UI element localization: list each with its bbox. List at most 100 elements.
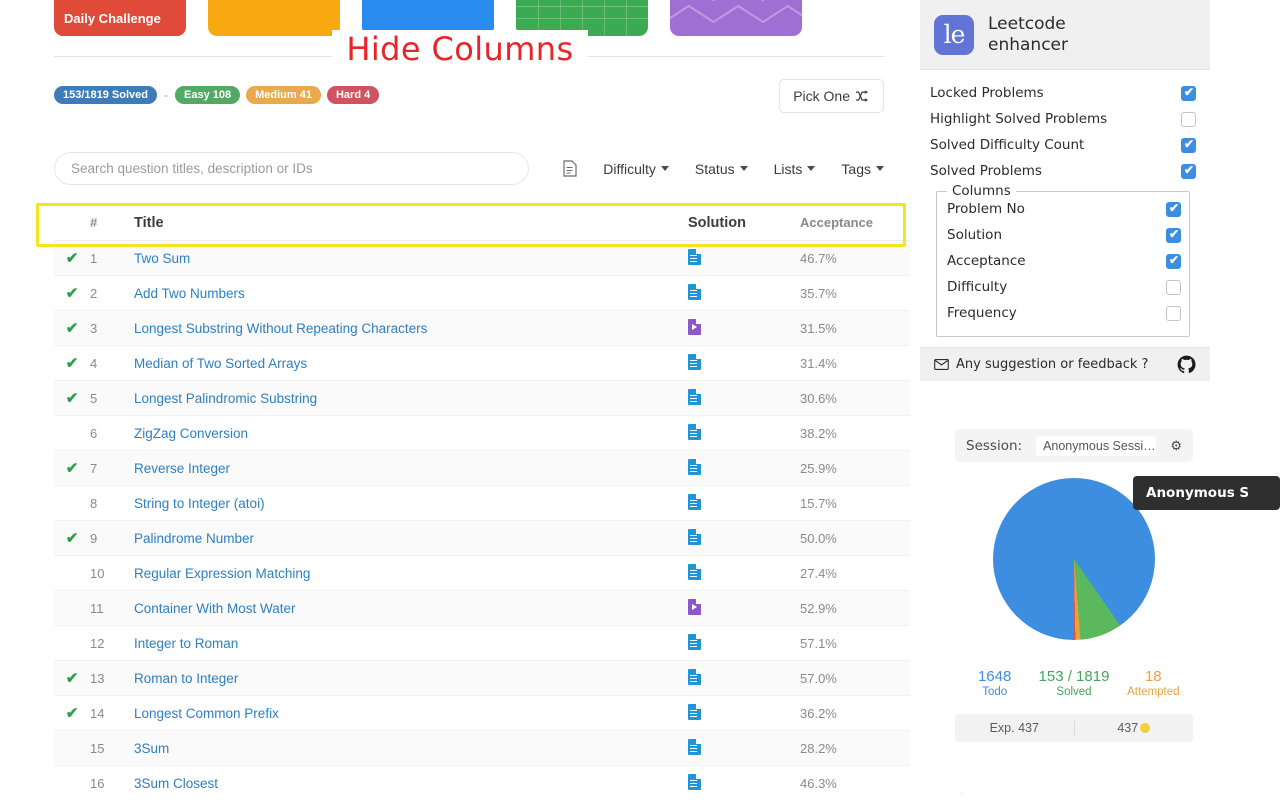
row-title[interactable]: Roman to Integer	[134, 671, 688, 686]
article-solution-icon[interactable]	[688, 493, 701, 510]
column-option-solution[interactable]: Solution	[947, 222, 1181, 248]
row-title[interactable]: Add Two Numbers	[134, 286, 688, 301]
row-title[interactable]: Longest Common Prefix	[134, 706, 688, 721]
column-option-acceptance[interactable]: Acceptance	[947, 248, 1181, 274]
table-row[interactable]: 12 Integer to Roman 57.1%	[54, 626, 910, 661]
filter-lists[interactable]: Lists	[774, 161, 816, 177]
badge-solved[interactable]: 153/1819 Solved	[54, 86, 158, 104]
row-title[interactable]: Median of Two Sorted Arrays	[134, 356, 688, 371]
problem-link[interactable]: 3Sum Closest	[134, 776, 218, 791]
article-solution-icon[interactable]	[688, 423, 701, 440]
row-title[interactable]: Longest Substring Without Repeating Char…	[134, 321, 688, 336]
article-solution-icon[interactable]	[688, 563, 701, 580]
header-acceptance[interactable]: Acceptance	[800, 215, 910, 230]
badge-easy[interactable]: Easy 108	[175, 86, 241, 104]
problem-link[interactable]: 3Sum	[134, 741, 169, 756]
row-title[interactable]: Palindrome Number	[134, 531, 688, 546]
article-solution-icon[interactable]	[688, 773, 701, 790]
table-row[interactable]: ✔ 13 Roman to Integer 57.0%	[54, 661, 910, 696]
session-value[interactable]: Anonymous Sessi…	[1036, 435, 1157, 456]
filter-status[interactable]: Status	[695, 161, 748, 177]
filter-difficulty[interactable]: Difficulty	[603, 161, 669, 177]
option-highlight-solved-problems[interactable]: Highlight Solved Problems	[930, 106, 1196, 132]
article-solution-icon[interactable]	[688, 738, 701, 755]
checkbox-icon[interactable]	[1166, 279, 1181, 295]
row-title[interactable]: Two Sum	[134, 251, 688, 266]
table-row[interactable]: ✔ 7 Reverse Integer 25.9%	[54, 451, 910, 486]
checkbox-icon[interactable]	[1181, 163, 1196, 179]
checkbox-icon[interactable]	[1166, 201, 1181, 217]
table-row[interactable]: ✔ 4 Median of Two Sorted Arrays 31.4%	[54, 346, 910, 381]
problem-link[interactable]: Container With Most Water	[134, 601, 296, 616]
checkbox-icon[interactable]	[1181, 111, 1196, 127]
table-row[interactable]: 8 String to Integer (atoi) 15.7%	[54, 486, 910, 521]
search-input[interactable]: Search question titles, description or I…	[54, 152, 530, 185]
table-row[interactable]: 15 3Sum 28.2%	[54, 731, 910, 766]
header-number[interactable]: #	[90, 215, 134, 230]
row-title[interactable]: 3Sum	[134, 741, 688, 756]
option-solved-difficulty-count[interactable]: Solved Difficulty Count	[930, 132, 1196, 158]
table-row[interactable]: ✔ 14 Longest Common Prefix 36.2%	[54, 696, 910, 731]
checkbox-icon[interactable]	[1166, 305, 1181, 321]
row-title[interactable]: 3Sum Closest	[134, 776, 688, 791]
video-solution-icon[interactable]	[688, 598, 701, 615]
row-title[interactable]: Longest Palindromic Substring	[134, 391, 688, 406]
problem-link[interactable]: Roman to Integer	[134, 671, 238, 686]
header-title[interactable]: Title	[134, 215, 688, 231]
github-icon[interactable]	[1177, 355, 1196, 374]
option-locked-problems[interactable]: Locked Problems	[930, 80, 1196, 106]
row-title[interactable]: Integer to Roman	[134, 636, 688, 651]
problem-link[interactable]: Two Sum	[134, 251, 190, 266]
row-title[interactable]: Container With Most Water	[134, 601, 688, 616]
problem-link[interactable]: Palindrome Number	[134, 531, 254, 546]
problem-link[interactable]: Reverse Integer	[134, 461, 230, 476]
table-row[interactable]: 16 3Sum Closest 46.3%	[54, 766, 910, 800]
checkbox-icon[interactable]	[1166, 227, 1181, 243]
list-view-icon[interactable]	[563, 160, 577, 177]
header-solution[interactable]: Solution	[688, 215, 800, 231]
article-solution-icon[interactable]	[688, 528, 701, 545]
column-option-problem-no[interactable]: Problem No	[947, 196, 1181, 222]
row-title[interactable]: Reverse Integer	[134, 461, 688, 476]
pick-one-button[interactable]: Pick One	[779, 79, 884, 113]
table-row[interactable]: ✔ 9 Palindrome Number 50.0%	[54, 521, 910, 556]
badge-hard[interactable]: Hard 4	[326, 86, 380, 104]
article-solution-icon[interactable]	[688, 668, 701, 685]
table-row[interactable]: 11 Container With Most Water 52.9%	[54, 591, 910, 626]
problem-link[interactable]: Regular Expression Matching	[134, 566, 310, 581]
feedback-link[interactable]: Any suggestion or feedback ?	[934, 357, 1148, 372]
filter-tags[interactable]: Tags	[841, 161, 884, 177]
row-title[interactable]: String to Integer (atoi)	[134, 496, 688, 511]
problem-link[interactable]: Longest Palindromic Substring	[134, 391, 317, 406]
problem-link[interactable]: Add Two Numbers	[134, 286, 245, 301]
table-row[interactable]: ✔ 2 Add Two Numbers 35.7%	[54, 276, 910, 311]
article-solution-icon[interactable]	[688, 703, 701, 720]
session-selector[interactable]: Session: Anonymous Sessi… ⚙	[955, 429, 1193, 462]
problem-link[interactable]: Median of Two Sorted Arrays	[134, 356, 307, 371]
column-option-difficulty[interactable]: Difficulty	[947, 274, 1181, 300]
problem-link[interactable]: String to Integer (atoi)	[134, 496, 265, 511]
row-title[interactable]: Regular Expression Matching	[134, 566, 688, 581]
checkbox-icon[interactable]	[1166, 253, 1181, 269]
table-row[interactable]: ✔ 1 Two Sum 46.7%	[54, 241, 910, 276]
row-title[interactable]: ZigZag Conversion	[134, 426, 688, 441]
gear-icon[interactable]: ⚙	[1170, 438, 1182, 454]
badge-medium[interactable]: Medium 41	[246, 86, 321, 104]
problem-link[interactable]: Longest Substring Without Repeating Char…	[134, 321, 427, 336]
table-row[interactable]: ✔ 3 Longest Substring Without Repeating Ch…	[54, 311, 910, 346]
problem-link[interactable]: Longest Common Prefix	[134, 706, 279, 721]
article-solution-icon[interactable]	[688, 388, 701, 405]
article-solution-icon[interactable]	[688, 283, 701, 300]
video-solution-icon[interactable]	[688, 318, 701, 335]
table-row[interactable]: 6 ZigZag Conversion 38.2%	[54, 416, 910, 451]
article-solution-icon[interactable]	[688, 633, 701, 650]
table-row[interactable]: ✔ 5 Longest Palindromic Substring 30.6%	[54, 381, 910, 416]
article-solution-icon[interactable]	[688, 458, 701, 475]
checkbox-icon[interactable]	[1181, 137, 1196, 153]
problem-link[interactable]: ZigZag Conversion	[134, 426, 248, 441]
column-option-frequency[interactable]: Frequency	[947, 300, 1181, 326]
option-solved-problems[interactable]: Solved Problems	[930, 158, 1196, 184]
article-solution-icon[interactable]	[688, 353, 701, 370]
article-solution-icon[interactable]	[688, 248, 701, 265]
table-row[interactable]: 10 Regular Expression Matching 27.4%	[54, 556, 910, 591]
